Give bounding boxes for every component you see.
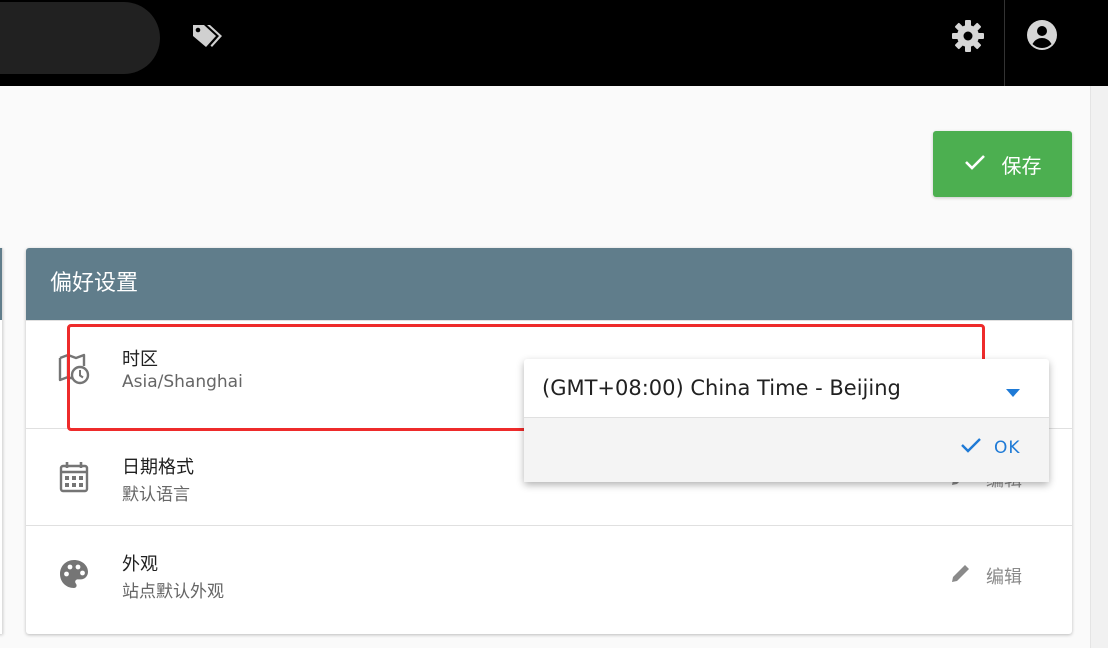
chevron-down-icon[interactable] xyxy=(1005,383,1021,402)
left-card-edge xyxy=(0,248,3,634)
calendar-icon xyxy=(56,459,92,495)
page-scrollbar[interactable] xyxy=(1090,86,1108,648)
ok-label: OK xyxy=(994,437,1021,458)
gear-icon xyxy=(951,19,985,57)
settings-button[interactable] xyxy=(946,16,990,60)
timezone-select-value: (GMT+08:00) China Time - Beijing xyxy=(542,376,901,400)
check-icon xyxy=(960,436,982,459)
check-icon xyxy=(964,152,986,176)
timezone-select[interactable]: (GMT+08:00) China Time - Beijing xyxy=(524,359,1049,418)
save-button-label: 保存 xyxy=(1001,153,1042,178)
dropdown-actions: OK xyxy=(524,418,1049,482)
card-title: 偏好设置 xyxy=(26,248,1072,320)
palette-icon xyxy=(56,556,92,592)
appearance-value: 站点默认外观 xyxy=(122,582,224,602)
date-format-title: 日期格式 xyxy=(122,457,194,478)
edit-label: 编辑 xyxy=(986,566,1022,588)
account-circle-icon xyxy=(1025,18,1059,56)
appearance-edit-button[interactable]: 编辑 xyxy=(950,562,1022,589)
save-button[interactable]: 保存 xyxy=(933,131,1072,197)
account-button[interactable] xyxy=(1020,15,1064,59)
left-card-header xyxy=(0,248,2,320)
tag-icon xyxy=(189,23,223,53)
date-format-value: 默认语言 xyxy=(122,485,190,505)
search-bar[interactable] xyxy=(0,2,160,74)
tag-button[interactable] xyxy=(186,20,226,56)
pencil-icon xyxy=(950,562,972,589)
timezone-dropdown: (GMT+08:00) China Time - Beijing OK xyxy=(524,359,1049,482)
ok-button[interactable]: OK xyxy=(960,436,1021,459)
appearance-title: 外观 xyxy=(122,554,158,575)
top-app-bar xyxy=(0,0,1108,86)
toolbar-divider xyxy=(1004,0,1005,86)
appearance-row[interactable]: 外观 站点默认外观 编辑 xyxy=(26,525,1072,623)
